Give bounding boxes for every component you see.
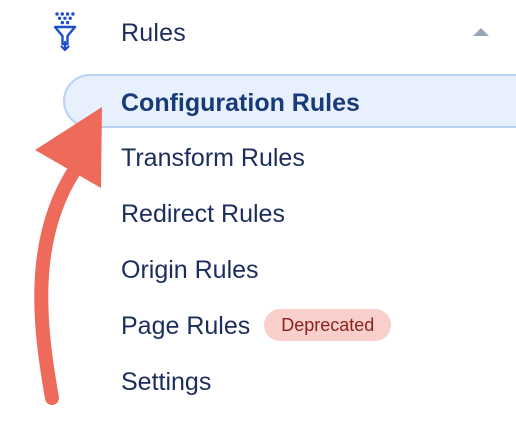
submenu-item-label: Redirect Rules [121, 200, 285, 228]
submenu-item-origin-rules[interactable]: Origin Rules [121, 250, 259, 290]
chevron-up-icon[interactable] [472, 26, 490, 38]
submenu-item-page-rules[interactable]: Page Rules Deprecated [121, 306, 392, 346]
submenu-item-settings[interactable]: Settings [121, 362, 211, 402]
submenu-item-label: Page Rules [121, 312, 251, 340]
submenu-item-label: Transform Rules [121, 144, 305, 172]
deprecated-badge: Deprecated [264, 309, 392, 341]
submenu-item-redirect-rules[interactable]: Redirect Rules [121, 194, 285, 234]
submenu-item-transform-rules[interactable]: Transform Rules [121, 138, 305, 178]
submenu-item-label: Origin Rules [121, 256, 259, 284]
filter-icon [53, 12, 77, 52]
submenu-item-configuration-rules[interactable]: Configuration Rules [63, 74, 516, 128]
submenu-item-label-active: Configuration Rules [121, 89, 360, 117]
section-title: Rules [121, 19, 186, 47]
rules-section-header[interactable]: Rules [0, 0, 516, 66]
rules-navigation: Rules Configuration Rules Transform Rule… [0, 0, 516, 432]
submenu-item-label: Settings [121, 368, 212, 396]
